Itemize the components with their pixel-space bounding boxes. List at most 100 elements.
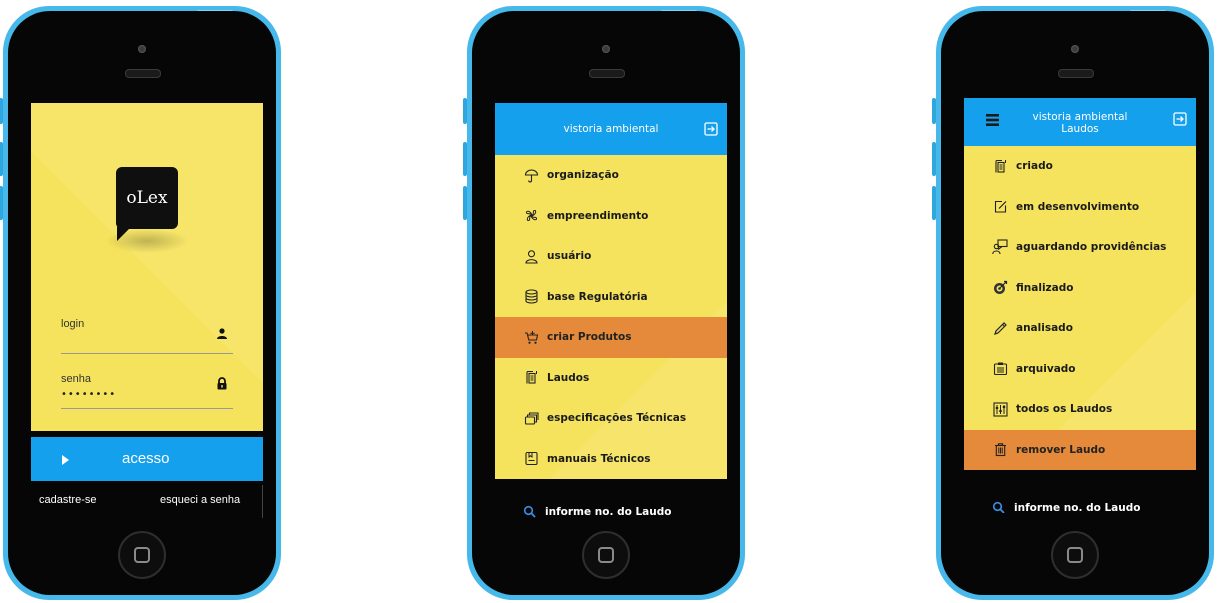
phone-laudos-menu: vistoria ambiental Laudos criado em dese… — [932, 6, 1214, 600]
side-button — [463, 186, 467, 220]
side-button — [463, 98, 467, 124]
speaker — [1058, 69, 1094, 78]
menu-item-remover-laudo[interactable]: remover Laudo — [964, 429, 1196, 470]
phone-main-menu: vistoria ambiental organização empreendi… — [463, 6, 745, 600]
login-field[interactable] — [61, 353, 233, 354]
menu-header: vistoria ambiental Laudos — [964, 98, 1196, 146]
person-icon — [523, 248, 539, 264]
menu-item-criar-produtos[interactable]: criar Produtos — [495, 317, 727, 358]
laudos-menu-screen: vistoria ambiental Laudos criado em dese… — [964, 98, 1196, 513]
report-icon — [992, 158, 1008, 174]
menu-item-especificacoes-tecnicas[interactable]: especificações Técnicas — [495, 398, 727, 439]
login-label: login — [61, 318, 85, 330]
search-icon — [992, 501, 1005, 513]
umbrella-icon — [523, 167, 539, 183]
app-logo: oLex — [116, 167, 178, 229]
presenter-icon — [992, 239, 1008, 255]
search-placeholder: informe no. do Laudo — [545, 505, 672, 518]
database-icon — [523, 289, 539, 305]
menu-item-todos-os-laudos[interactable]: todos os Laudos — [964, 389, 1196, 430]
report-icon — [523, 370, 539, 386]
menu-item-aguardando-providencias[interactable]: aguardando providências — [964, 227, 1196, 268]
home-button[interactable] — [582, 531, 630, 579]
clipboard-icon — [992, 361, 1008, 377]
speaker — [125, 69, 161, 78]
header-title: vistoria ambiental — [1032, 111, 1128, 123]
menu-item-finalizado[interactable]: finalizado — [964, 268, 1196, 309]
password-label: senha — [61, 373, 91, 385]
menu-item-label: finalizado — [1016, 281, 1074, 294]
sliders-icon — [992, 401, 1008, 417]
header-subtitle: Laudos — [1061, 123, 1099, 135]
search-icon — [523, 505, 536, 518]
password-underline — [61, 408, 233, 409]
menu-item-label: Laudos — [547, 371, 590, 384]
logo-tail — [117, 227, 131, 241]
menu-item-label: criar Produtos — [547, 331, 632, 344]
home-button[interactable] — [118, 531, 166, 579]
divider — [262, 485, 263, 518]
speaker — [589, 69, 625, 78]
menu-item-label: especificações Técnicas — [547, 412, 687, 425]
menu-item-label: remover Laudo — [1016, 443, 1106, 456]
menu-item-label: manuais Técnicos — [547, 452, 651, 465]
signup-link[interactable]: cadastre-se — [39, 494, 96, 506]
cart-icon — [523, 329, 539, 345]
menu-item-analisado[interactable]: analisado — [964, 308, 1196, 349]
lock-icon — [216, 375, 228, 394]
menu-header: vistoria ambiental — [495, 103, 727, 155]
logout-icon[interactable] — [704, 122, 718, 139]
login-panel: oLex login senha •••••••• — [31, 103, 263, 431]
camera — [138, 45, 146, 53]
side-button — [463, 142, 467, 176]
menu-item-laudos[interactable]: Laudos — [495, 358, 727, 399]
forgot-password-link[interactable]: esqueci a senha — [160, 494, 240, 506]
menu-item-label: base Regulatória — [547, 290, 648, 303]
password-field[interactable]: •••••••• — [61, 389, 116, 400]
menu-item-label: usuário — [547, 250, 592, 263]
menu-item-usuario[interactable]: usuário — [495, 236, 727, 277]
side-button — [0, 98, 3, 124]
target-icon — [992, 280, 1008, 296]
header-title: vistoria ambiental — [563, 123, 659, 135]
menu-item-label: todos os Laudos — [1016, 403, 1113, 416]
logout-icon[interactable] — [1173, 112, 1187, 129]
side-button — [932, 186, 936, 220]
access-button-label: acesso — [122, 450, 170, 467]
main-menu-screen: vistoria ambiental organização empreendi… — [495, 103, 727, 518]
menu-item-label: em desenvolvimento — [1016, 200, 1140, 213]
play-icon — [62, 455, 69, 465]
manual-icon — [523, 451, 539, 467]
fan-icon — [523, 208, 539, 224]
laudos-menu-list: criado em desenvolvimento aguardando pro… — [964, 146, 1196, 470]
menu-item-base-regulatoria[interactable]: base Regulatória — [495, 277, 727, 318]
edit-icon — [992, 199, 1008, 215]
side-button — [932, 142, 936, 176]
pen-icon — [992, 320, 1008, 336]
side-button — [932, 98, 936, 124]
menu-item-label: empreendimento — [547, 209, 649, 222]
side-button — [0, 142, 3, 176]
home-button[interactable] — [1051, 531, 1099, 579]
menu-item-organizacao[interactable]: organização — [495, 155, 727, 196]
menu-item-criado[interactable]: criado — [964, 146, 1196, 187]
layers-icon — [523, 410, 539, 426]
menu-item-label: analisado — [1016, 322, 1073, 335]
camera — [1071, 45, 1079, 53]
menu-item-label: criado — [1016, 160, 1053, 173]
laudo-search-field[interactable]: informe no. do Laudo — [523, 505, 671, 518]
main-menu-list: organização empreendimento usuário base … — [495, 155, 727, 479]
search-placeholder: informe no. do Laudo — [1014, 501, 1141, 514]
menu-item-label: aguardando providências — [1016, 241, 1167, 254]
menu-item-label: arquivado — [1016, 362, 1076, 375]
login-screen: oLex login senha •••••••• acesso cadastr… — [31, 103, 263, 518]
laudo-search-field[interactable]: informe no. do Laudo — [992, 501, 1140, 513]
trash-icon — [992, 442, 1008, 458]
access-button[interactable]: acesso — [31, 437, 263, 481]
menu-item-arquivado[interactable]: arquivado — [964, 349, 1196, 390]
user-icon — [216, 325, 228, 344]
menu-item-em-desenvolvimento[interactable]: em desenvolvimento — [964, 187, 1196, 228]
menu-item-empreendimento[interactable]: empreendimento — [495, 196, 727, 237]
menu-item-manuais-tecnicos[interactable]: manuais Técnicos — [495, 439, 727, 480]
side-button — [0, 186, 3, 220]
